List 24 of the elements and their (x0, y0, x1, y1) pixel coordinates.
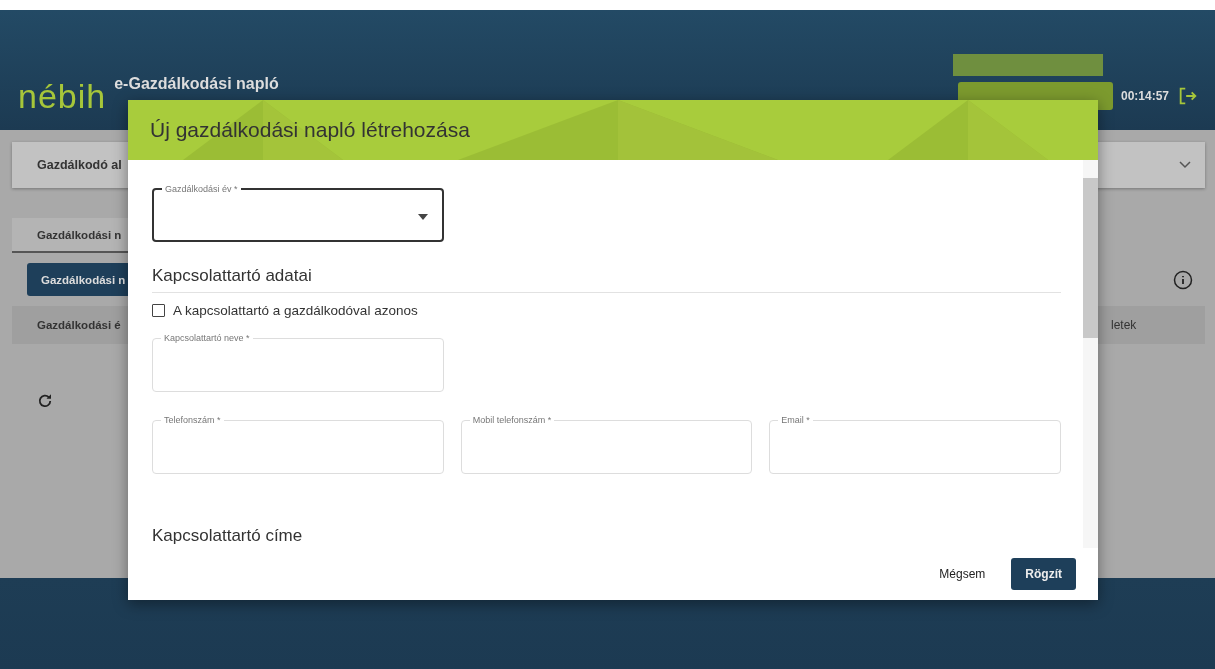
refresh-icon[interactable] (36, 392, 54, 410)
field-label: Kapcsolattartó neve * (161, 333, 253, 344)
submit-button[interactable]: Rögzít (1011, 558, 1076, 590)
column-header: Gazdálkodási é (36, 319, 122, 331)
app-title: e-Gazdálkodási napló (114, 75, 279, 93)
card-title: Gazdálkodó al (37, 158, 122, 172)
field-label: Telefonszám * (161, 415, 224, 426)
session-timer: 00:14:57 (1120, 89, 1169, 103)
checkbox-label: A kapcsolattartó a gazdálkodóval azonos (173, 303, 418, 318)
cancel-button[interactable]: Mégsem (933, 566, 992, 582)
checkbox[interactable] (152, 304, 165, 317)
chevron-down-icon[interactable] (1179, 161, 1191, 169)
caret-icon (418, 214, 428, 220)
logout-icon[interactable] (1177, 85, 1199, 107)
info-icon[interactable] (1173, 269, 1193, 290)
field-label: Gazdálkodási év * (162, 184, 241, 195)
scrollbar[interactable] (1083, 160, 1098, 548)
logo: nébih (18, 76, 107, 116)
column-header: letek (1111, 318, 1138, 332)
section-heading: Kapcsolattartó címe (152, 526, 304, 547)
field-label: Mobil telefonszám * (469, 415, 555, 426)
field-label: Email * (778, 415, 813, 426)
section-heading: Kapcsolattartó adatai (152, 266, 1061, 293)
dialog-title: Új gazdálkodási napló létrehozása (150, 118, 470, 142)
